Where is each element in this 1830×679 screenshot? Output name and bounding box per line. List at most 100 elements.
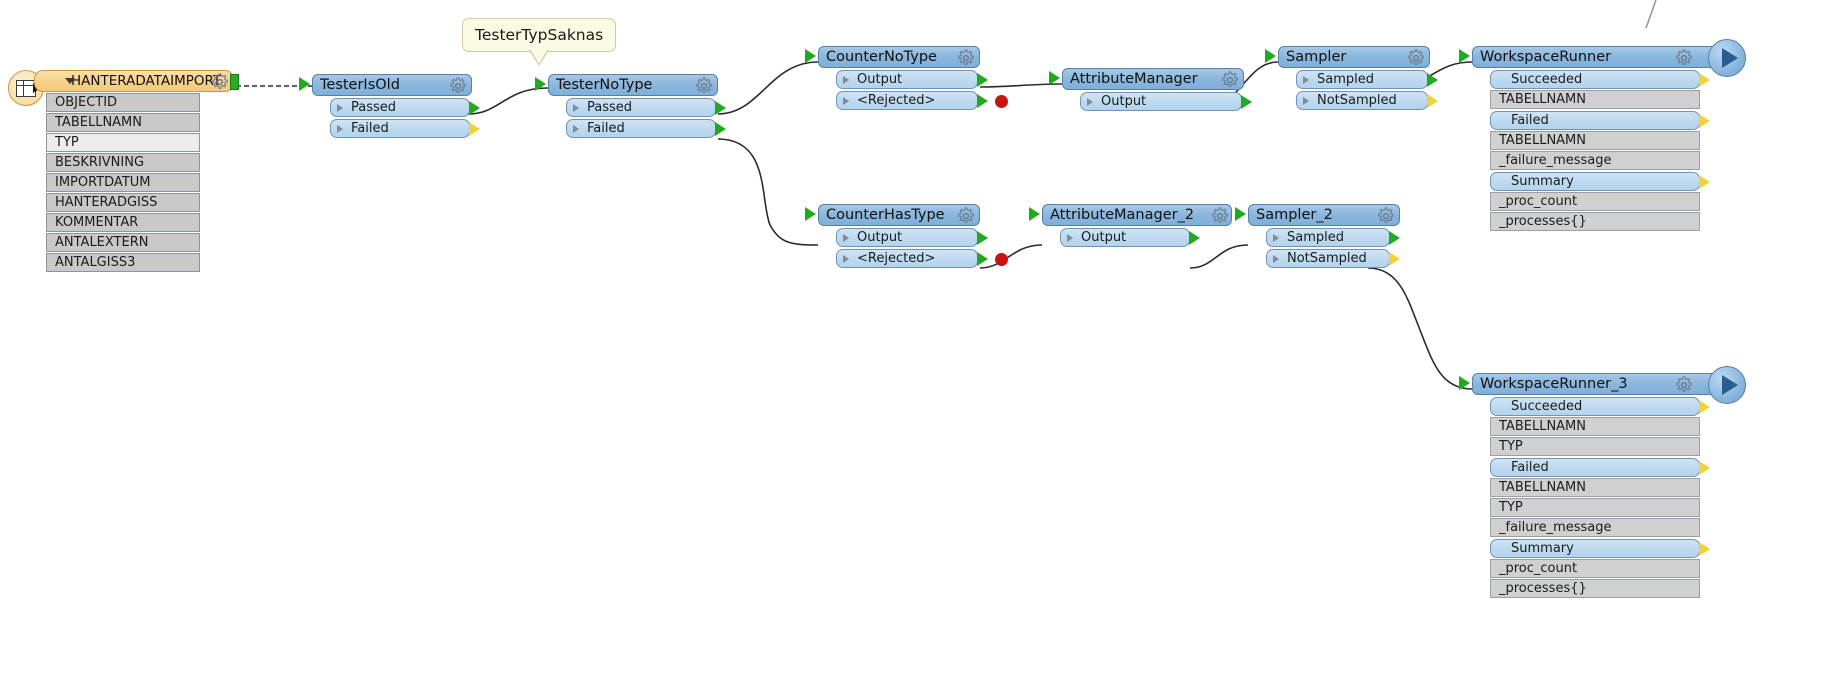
node-sampler-2[interactable]: Sampler_2 Sampled NotSampled: [1235, 204, 1400, 268]
attribute-row[interactable]: TABELLNAMN: [1490, 478, 1700, 497]
node-header-workspacerunner-3[interactable]: WorkspaceRunner_3: [1472, 373, 1724, 395]
node-header-workspacerunner[interactable]: WorkspaceRunner: [1472, 46, 1724, 68]
rejected-terminator-icon[interactable]: [995, 95, 1008, 108]
node-header-testernotype[interactable]: TesterNoType: [548, 74, 718, 96]
node-header-counterhastype[interactable]: CounterHasType: [818, 204, 980, 226]
port-output[interactable]: Output: [1080, 92, 1252, 111]
port-marker-green[interactable]: [1241, 94, 1252, 109]
node-counterhastype[interactable]: CounterHasType Output <Rejected>: [805, 204, 1008, 268]
port-marker-yellow[interactable]: [1699, 113, 1710, 128]
attribute-row[interactable]: _processes{}: [1490, 212, 1700, 231]
attribute-row[interactable]: _proc_count: [1490, 559, 1700, 578]
attribute-row[interactable]: ANTALEXTERN: [46, 233, 200, 252]
port-marker-yellow[interactable]: [469, 121, 480, 136]
node-counternotype[interactable]: CounterNoType Output <Rejected>: [805, 46, 1008, 110]
node-header-sampler-2[interactable]: Sampler_2: [1248, 204, 1400, 226]
node-attributemanager-2[interactable]: AttributeManager_2 Output: [1029, 204, 1232, 247]
port-marker-yellow[interactable]: [1699, 541, 1710, 556]
node-header-testerisold[interactable]: TesterIsOld: [312, 74, 472, 96]
node-testerisold[interactable]: TesterIsOld Passed Failed: [299, 74, 480, 138]
node-workspacerunner-3[interactable]: WorkspaceRunner_3 Succeeded TABELLNAMN T…: [1459, 366, 1746, 598]
attribute-row[interactable]: BESKRIVNING: [46, 153, 200, 172]
port-marker-green[interactable]: [1189, 230, 1200, 245]
node-hanteradataimport[interactable]: HANTERADATAIMPORT OBJECTID TABELLNAMN TY…: [8, 70, 239, 272]
attribute-row[interactable]: ANTALGISS3: [46, 253, 200, 272]
port-group-label: Summary: [1511, 541, 1574, 556]
port-group-failed[interactable]: Failed: [1490, 458, 1710, 477]
port-marker-green[interactable]: [715, 121, 726, 136]
annotation-testertypsaknas[interactable]: TesterTypSaknas: [462, 18, 617, 52]
port-group-succeeded[interactable]: Succeeded: [1490, 397, 1710, 416]
node-title: HANTERADATAIMPORT: [71, 73, 222, 89]
port-failed[interactable]: Failed: [330, 119, 480, 138]
port-marker-green[interactable]: [977, 93, 988, 108]
attribute-row[interactable]: _failure_message: [1490, 518, 1700, 537]
port-notsampled[interactable]: NotSampled: [1296, 91, 1438, 110]
attribute-row[interactable]: _proc_count: [1490, 192, 1700, 211]
attribute-row[interactable]: _processes{}: [1490, 579, 1700, 598]
port-marker-green[interactable]: [977, 230, 988, 245]
attribute-row[interactable]: TABELLNAMN: [1490, 417, 1700, 436]
port-sampled[interactable]: Sampled: [1266, 228, 1400, 247]
port-marker-yellow[interactable]: [1699, 72, 1710, 87]
port-triangle-icon: [337, 124, 343, 133]
node-header-attributemanager-2[interactable]: AttributeManager_2: [1042, 204, 1232, 226]
port-notsampled[interactable]: NotSampled: [1266, 249, 1400, 268]
node-header-attributemanager[interactable]: AttributeManager: [1062, 68, 1244, 90]
node-header-counternotype[interactable]: CounterNoType: [818, 46, 980, 68]
port-label: NotSampled: [1287, 251, 1367, 266]
gear-icon[interactable]: [1211, 207, 1229, 231]
port-sampled[interactable]: Sampled: [1296, 70, 1438, 89]
attribute-row[interactable]: TYP: [1490, 498, 1700, 517]
node-workspacerunner[interactable]: WorkspaceRunner Succeeded TABELLNAMN Fai…: [1459, 39, 1746, 231]
node-title: AttributeManager: [1070, 71, 1198, 87]
port-label: Output: [1101, 94, 1147, 109]
node-testernotype[interactable]: TesterNoType Passed Failed: [535, 74, 726, 138]
port-group-succeeded[interactable]: Succeeded: [1490, 70, 1710, 89]
node-header-sampler[interactable]: Sampler: [1278, 46, 1430, 68]
output-nub[interactable]: [230, 74, 239, 90]
run-play-button[interactable]: [1708, 39, 1746, 77]
port-group-summary[interactable]: Summary: [1490, 539, 1710, 558]
port-group-failed[interactable]: Failed: [1490, 111, 1710, 130]
rejected-terminator-icon[interactable]: [995, 253, 1008, 266]
attribute-row[interactable]: TYP: [1490, 437, 1700, 456]
port-marker-yellow[interactable]: [1389, 251, 1400, 266]
port-output[interactable]: Output: [836, 70, 988, 89]
port-marker-yellow[interactable]: [1427, 93, 1438, 108]
node-title: WorkspaceRunner: [1480, 49, 1612, 65]
attribute-row[interactable]: HANTERADGISS: [46, 193, 200, 212]
node-header-hanteradataimport[interactable]: HANTERADATAIMPORT: [34, 70, 234, 92]
attribute-row[interactable]: IMPORTDATUM: [46, 173, 200, 192]
port-passed[interactable]: Passed: [566, 98, 726, 117]
port-output[interactable]: Output: [836, 228, 988, 247]
port-group-summary[interactable]: Summary: [1490, 172, 1710, 191]
node-sampler[interactable]: Sampler Sampled NotSampled: [1265, 46, 1438, 110]
attribute-row[interactable]: KOMMENTAR: [46, 213, 200, 232]
port-output[interactable]: Output: [1060, 228, 1200, 247]
gear-icon[interactable]: [211, 73, 229, 97]
workspace-canvas[interactable]: HANTERADATAIMPORT OBJECTID TABELLNAMN TY…: [0, 0, 1830, 679]
port-rejected[interactable]: <Rejected>: [836, 249, 1008, 268]
attribute-row[interactable]: _failure_message: [1490, 151, 1700, 170]
collapse-triangle-icon[interactable]: [65, 78, 75, 84]
port-marker-green[interactable]: [1427, 72, 1438, 87]
attribute-row[interactable]: TABELLNAMN: [1490, 131, 1700, 150]
port-marker-yellow[interactable]: [1699, 174, 1710, 189]
attribute-row[interactable]: TABELLNAMN: [1490, 90, 1700, 109]
port-rejected[interactable]: <Rejected>: [836, 91, 1008, 110]
port-marker-yellow[interactable]: [1699, 399, 1710, 414]
run-play-button[interactable]: [1708, 366, 1746, 404]
attribute-row[interactable]: TABELLNAMN: [46, 113, 200, 132]
attribute-row[interactable]: TYP: [46, 133, 200, 152]
port-marker-green[interactable]: [977, 72, 988, 87]
port-marker-green[interactable]: [469, 100, 480, 115]
port-failed[interactable]: Failed: [566, 119, 726, 138]
port-marker-green[interactable]: [715, 100, 726, 115]
port-marker-green[interactable]: [977, 251, 988, 266]
port-marker-green[interactable]: [1389, 230, 1400, 245]
port-marker-yellow[interactable]: [1699, 460, 1710, 475]
node-attributemanager[interactable]: AttributeManager Output: [1049, 68, 1252, 111]
port-passed[interactable]: Passed: [330, 98, 480, 117]
attribute-row[interactable]: OBJECTID: [46, 93, 200, 112]
